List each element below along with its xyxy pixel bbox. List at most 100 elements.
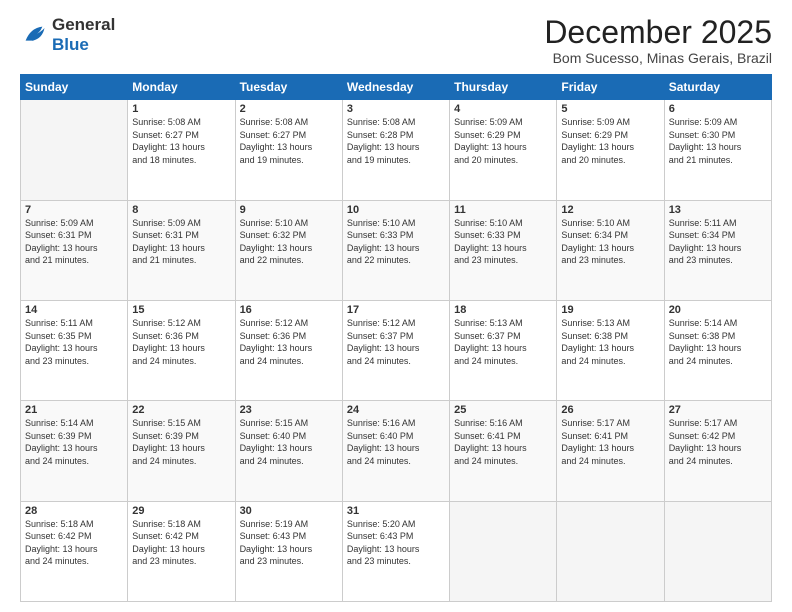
day-number: 29 xyxy=(132,505,230,517)
calendar-day-cell xyxy=(450,501,557,601)
calendar-day-cell: 29Sunrise: 5:18 AM Sunset: 6:42 PM Dayli… xyxy=(128,501,235,601)
day-number: 19 xyxy=(561,304,659,316)
day-info: Sunrise: 5:17 AM Sunset: 6:41 PM Dayligh… xyxy=(561,417,659,467)
day-number: 30 xyxy=(240,505,338,517)
day-info: Sunrise: 5:08 AM Sunset: 6:28 PM Dayligh… xyxy=(347,116,445,166)
day-number: 16 xyxy=(240,304,338,316)
calendar-week-row: 14Sunrise: 5:11 AM Sunset: 6:35 PM Dayli… xyxy=(21,300,772,400)
day-number: 21 xyxy=(25,404,123,416)
day-number: 26 xyxy=(561,404,659,416)
calendar-day-cell: 27Sunrise: 5:17 AM Sunset: 6:42 PM Dayli… xyxy=(664,401,771,501)
day-number: 11 xyxy=(454,204,552,216)
calendar-day-cell: 16Sunrise: 5:12 AM Sunset: 6:36 PM Dayli… xyxy=(235,300,342,400)
day-number: 17 xyxy=(347,304,445,316)
day-number: 23 xyxy=(240,404,338,416)
day-number: 20 xyxy=(669,304,767,316)
calendar-day-cell: 3Sunrise: 5:08 AM Sunset: 6:28 PM Daylig… xyxy=(342,100,449,200)
logo: General Blue xyxy=(20,15,115,54)
day-number: 22 xyxy=(132,404,230,416)
calendar-day-cell: 18Sunrise: 5:13 AM Sunset: 6:37 PM Dayli… xyxy=(450,300,557,400)
calendar-day-cell: 24Sunrise: 5:16 AM Sunset: 6:40 PM Dayli… xyxy=(342,401,449,501)
calendar-day-header: Wednesday xyxy=(342,75,449,100)
calendar-header-row: SundayMondayTuesdayWednesdayThursdayFrid… xyxy=(21,75,772,100)
day-number: 27 xyxy=(669,404,767,416)
day-info: Sunrise: 5:09 AM Sunset: 6:29 PM Dayligh… xyxy=(454,116,552,166)
day-number: 24 xyxy=(347,404,445,416)
calendar-day-cell xyxy=(664,501,771,601)
calendar-day-cell: 10Sunrise: 5:10 AM Sunset: 6:33 PM Dayli… xyxy=(342,200,449,300)
day-info: Sunrise: 5:09 AM Sunset: 6:31 PM Dayligh… xyxy=(25,217,123,267)
calendar-day-cell: 23Sunrise: 5:15 AM Sunset: 6:40 PM Dayli… xyxy=(235,401,342,501)
day-info: Sunrise: 5:18 AM Sunset: 6:42 PM Dayligh… xyxy=(132,518,230,568)
calendar-day-cell: 4Sunrise: 5:09 AM Sunset: 6:29 PM Daylig… xyxy=(450,100,557,200)
day-info: Sunrise: 5:09 AM Sunset: 6:30 PM Dayligh… xyxy=(669,116,767,166)
calendar-day-cell xyxy=(21,100,128,200)
calendar-day-cell: 20Sunrise: 5:14 AM Sunset: 6:38 PM Dayli… xyxy=(664,300,771,400)
calendar-day-header: Friday xyxy=(557,75,664,100)
page: General Blue December 2025 Bom Sucesso, … xyxy=(0,0,792,612)
day-info: Sunrise: 5:12 AM Sunset: 6:36 PM Dayligh… xyxy=(240,317,338,367)
calendar-day-cell: 15Sunrise: 5:12 AM Sunset: 6:36 PM Dayli… xyxy=(128,300,235,400)
calendar-day-cell: 12Sunrise: 5:10 AM Sunset: 6:34 PM Dayli… xyxy=(557,200,664,300)
calendar-day-cell: 14Sunrise: 5:11 AM Sunset: 6:35 PM Dayli… xyxy=(21,300,128,400)
day-number: 4 xyxy=(454,103,552,115)
day-info: Sunrise: 5:14 AM Sunset: 6:39 PM Dayligh… xyxy=(25,417,123,467)
day-info: Sunrise: 5:15 AM Sunset: 6:39 PM Dayligh… xyxy=(132,417,230,467)
day-number: 18 xyxy=(454,304,552,316)
logo-text: General Blue xyxy=(52,15,115,54)
day-number: 14 xyxy=(25,304,123,316)
calendar-day-header: Tuesday xyxy=(235,75,342,100)
day-info: Sunrise: 5:11 AM Sunset: 6:34 PM Dayligh… xyxy=(669,217,767,267)
calendar-day-cell: 5Sunrise: 5:09 AM Sunset: 6:29 PM Daylig… xyxy=(557,100,664,200)
day-info: Sunrise: 5:15 AM Sunset: 6:40 PM Dayligh… xyxy=(240,417,338,467)
calendar-day-header: Thursday xyxy=(450,75,557,100)
day-info: Sunrise: 5:12 AM Sunset: 6:36 PM Dayligh… xyxy=(132,317,230,367)
calendar-day-cell: 30Sunrise: 5:19 AM Sunset: 6:43 PM Dayli… xyxy=(235,501,342,601)
day-info: Sunrise: 5:11 AM Sunset: 6:35 PM Dayligh… xyxy=(25,317,123,367)
calendar-day-cell: 22Sunrise: 5:15 AM Sunset: 6:39 PM Dayli… xyxy=(128,401,235,501)
day-number: 6 xyxy=(669,103,767,115)
calendar-day-cell: 31Sunrise: 5:20 AM Sunset: 6:43 PM Dayli… xyxy=(342,501,449,601)
calendar-table: SundayMondayTuesdayWednesdayThursdayFrid… xyxy=(20,74,772,602)
day-info: Sunrise: 5:17 AM Sunset: 6:42 PM Dayligh… xyxy=(669,417,767,467)
location: Bom Sucesso, Minas Gerais, Brazil xyxy=(544,50,772,66)
calendar-day-cell: 11Sunrise: 5:10 AM Sunset: 6:33 PM Dayli… xyxy=(450,200,557,300)
day-info: Sunrise: 5:10 AM Sunset: 6:33 PM Dayligh… xyxy=(454,217,552,267)
day-number: 7 xyxy=(25,204,123,216)
day-number: 15 xyxy=(132,304,230,316)
day-number: 3 xyxy=(347,103,445,115)
day-info: Sunrise: 5:18 AM Sunset: 6:42 PM Dayligh… xyxy=(25,518,123,568)
day-info: Sunrise: 5:20 AM Sunset: 6:43 PM Dayligh… xyxy=(347,518,445,568)
day-info: Sunrise: 5:13 AM Sunset: 6:38 PM Dayligh… xyxy=(561,317,659,367)
calendar-day-cell: 9Sunrise: 5:10 AM Sunset: 6:32 PM Daylig… xyxy=(235,200,342,300)
day-info: Sunrise: 5:12 AM Sunset: 6:37 PM Dayligh… xyxy=(347,317,445,367)
day-number: 13 xyxy=(669,204,767,216)
calendar-day-cell: 26Sunrise: 5:17 AM Sunset: 6:41 PM Dayli… xyxy=(557,401,664,501)
calendar-day-cell: 6Sunrise: 5:09 AM Sunset: 6:30 PM Daylig… xyxy=(664,100,771,200)
month-title: December 2025 xyxy=(544,15,772,50)
day-number: 8 xyxy=(132,204,230,216)
day-info: Sunrise: 5:13 AM Sunset: 6:37 PM Dayligh… xyxy=(454,317,552,367)
calendar-day-cell: 28Sunrise: 5:18 AM Sunset: 6:42 PM Dayli… xyxy=(21,501,128,601)
day-info: Sunrise: 5:09 AM Sunset: 6:31 PM Dayligh… xyxy=(132,217,230,267)
day-info: Sunrise: 5:16 AM Sunset: 6:40 PM Dayligh… xyxy=(347,417,445,467)
day-info: Sunrise: 5:10 AM Sunset: 6:34 PM Dayligh… xyxy=(561,217,659,267)
calendar-day-cell: 19Sunrise: 5:13 AM Sunset: 6:38 PM Dayli… xyxy=(557,300,664,400)
day-info: Sunrise: 5:14 AM Sunset: 6:38 PM Dayligh… xyxy=(669,317,767,367)
logo-icon xyxy=(20,21,48,49)
day-info: Sunrise: 5:08 AM Sunset: 6:27 PM Dayligh… xyxy=(132,116,230,166)
calendar-day-cell: 13Sunrise: 5:11 AM Sunset: 6:34 PM Dayli… xyxy=(664,200,771,300)
calendar-day-cell: 21Sunrise: 5:14 AM Sunset: 6:39 PM Dayli… xyxy=(21,401,128,501)
calendar-day-cell: 2Sunrise: 5:08 AM Sunset: 6:27 PM Daylig… xyxy=(235,100,342,200)
calendar-day-header: Saturday xyxy=(664,75,771,100)
day-number: 12 xyxy=(561,204,659,216)
calendar-day-cell: 25Sunrise: 5:16 AM Sunset: 6:41 PM Dayli… xyxy=(450,401,557,501)
calendar-day-cell: 17Sunrise: 5:12 AM Sunset: 6:37 PM Dayli… xyxy=(342,300,449,400)
calendar-day-header: Monday xyxy=(128,75,235,100)
calendar-day-cell: 7Sunrise: 5:09 AM Sunset: 6:31 PM Daylig… xyxy=(21,200,128,300)
day-info: Sunrise: 5:10 AM Sunset: 6:32 PM Dayligh… xyxy=(240,217,338,267)
day-number: 25 xyxy=(454,404,552,416)
calendar-week-row: 1Sunrise: 5:08 AM Sunset: 6:27 PM Daylig… xyxy=(21,100,772,200)
calendar-week-row: 21Sunrise: 5:14 AM Sunset: 6:39 PM Dayli… xyxy=(21,401,772,501)
day-number: 9 xyxy=(240,204,338,216)
